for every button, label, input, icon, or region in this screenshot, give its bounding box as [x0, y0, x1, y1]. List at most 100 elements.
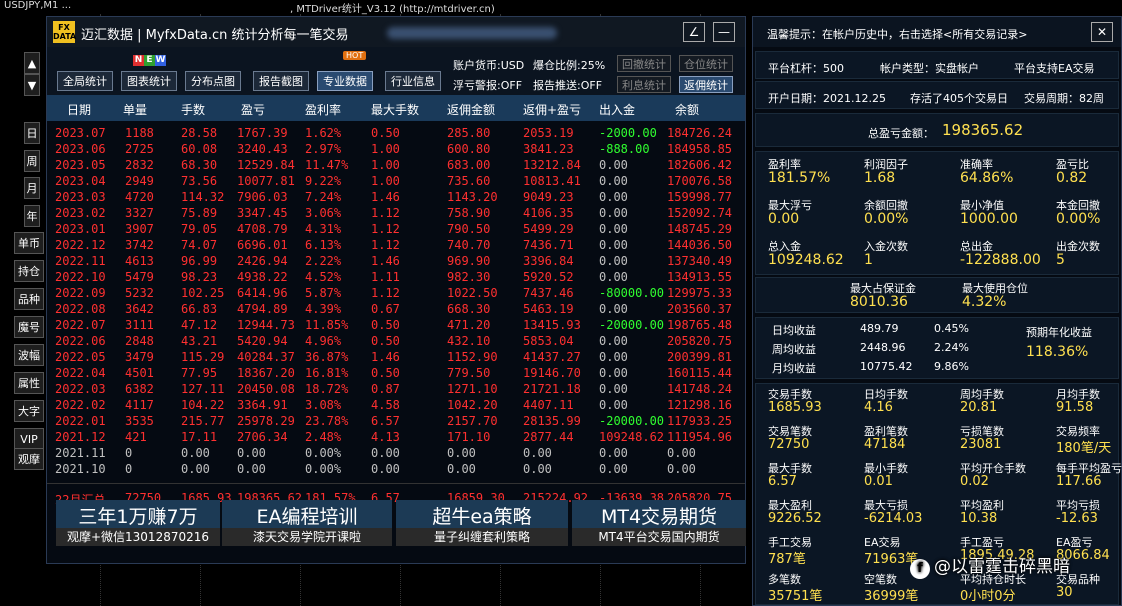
table-row[interactable]: 2022.05 3479 115.29 40284.37 36.87% 1.46 1152.… [47, 349, 745, 365]
table-row[interactable]: 2022.04 4501 77.95 18367.20 16.81% 0.50 779.50… [47, 365, 745, 381]
cell-n: 3742 [125, 238, 154, 252]
tab-global-stats[interactable]: 全局统计 [57, 71, 113, 91]
cell-io: 0.00 [599, 382, 628, 396]
cell-rb: 471.20 [447, 318, 491, 332]
return-l: 日均收益 [772, 324, 816, 337]
table-row[interactable]: 2022.07 3111 47.12 12944.73 11.85% 0.50 471.20… [47, 317, 745, 333]
observe-button[interactable]: 观摩 [14, 448, 44, 470]
table-row[interactable]: 2022.08 3642 66.83 4794.89 4.39% 0.67 668.30 54… [47, 301, 745, 317]
cell-max: 1.12 [371, 222, 400, 236]
table-row[interactable]: 2021.12 421 17.11 2706.34 2.48% 4.13 171.10 287… [47, 429, 745, 445]
cell-io: 0.00 [599, 302, 628, 316]
scroll-down-button[interactable]: ▼ [24, 74, 40, 96]
cell-io: 0.00 [599, 398, 628, 412]
toolbar: NEW HOT 全局统计 图表统计 分布点图 报告截图 专业数据 行业信息 账户… [47, 47, 745, 95]
table-row[interactable]: 2023.01 3907 79.05 4708.79 4.31% 1.12 790.50 54… [47, 221, 745, 237]
stat-value: 23081 [960, 437, 1002, 452]
table-row[interactable]: 2023.04 2949 73.56 10077.81 9.22% 1.00 735.60 1… [47, 173, 745, 189]
cell-io: 0.00 [599, 190, 628, 204]
cell-pl: 0.00 [237, 462, 266, 476]
table-row[interactable]: 2023.03 4720 114.32 7906.03 7.24% 1.46 1143.20… [47, 189, 745, 205]
stat-value: 0.00% [1056, 211, 1101, 227]
table-row[interactable]: 2021.10 0 0.00 0.00 0.00% 0.00 0.00 0.00 0.00 0.0… [47, 461, 745, 477]
cell-n: 3479 [125, 350, 154, 364]
stat-value: -6214.03 [864, 511, 923, 526]
position-stats-button[interactable]: 仓位统计 [679, 55, 733, 72]
table-row[interactable]: 2022.12 3742 74.07 6696.01 6.13% 1.12 740.70 74… [47, 237, 745, 253]
table-row[interactable]: 2022.02 4117 104.22 3364.91 3.08% 4.58 1042.20… [47, 397, 745, 413]
leverage-label: 平台杠杆：500 [768, 62, 844, 75]
edit-icon[interactable]: ∠ [683, 22, 705, 42]
stat-value: 9226.52 [768, 511, 822, 526]
period-year-button[interactable]: 年 [24, 205, 40, 227]
table-row[interactable]: 2022.06 2848 43.21 5420.94 4.96% 0.50 432.10 58… [47, 333, 745, 349]
cell-rb: 982.30 [447, 270, 491, 284]
cell-pl: 40284.37 [237, 350, 295, 364]
tab-industry-info[interactable]: 行业信息 [385, 71, 441, 91]
tab-pro-data[interactable]: 专业数据 [317, 71, 373, 91]
cell-bal: 152092.74 [667, 206, 733, 220]
scroll-up-button[interactable]: ▲ [24, 52, 40, 74]
currency-label: 账户货币:USD [453, 59, 525, 72]
magic-number-button[interactable]: 魔号 [14, 316, 44, 338]
period-day-button[interactable]: 日 [24, 122, 40, 144]
close-icon[interactable]: ✕ [1091, 22, 1113, 42]
cell-io: 0.00 [599, 174, 628, 188]
cell-rb: 0.00 [447, 462, 476, 476]
large-font-button[interactable]: 大字 [14, 400, 44, 422]
cell-rate: 2.48% [305, 430, 342, 444]
ad-banner-3[interactable]: 超牛ea策略 量子纠缠套利策略 [396, 500, 568, 546]
period-week-button[interactable]: 周 [24, 150, 40, 172]
table-row[interactable]: 2022.09 5232 102.25 6414.96 5.87% 1.12 1022.50… [47, 285, 745, 301]
ad-banner-2[interactable]: EA编程培训 漆天交易学院开课啦 [222, 500, 392, 546]
tab-distribution[interactable]: 分布点图 [185, 71, 241, 91]
report-push-label[interactable]: 报告推送:OFF [533, 77, 602, 93]
table-row[interactable]: 2022.10 5479 98.23 4938.22 4.52% 1.11 982.30 59… [47, 269, 745, 285]
cell-rb: 432.10 [447, 334, 491, 348]
cell-rbpl: 41437.27 [523, 350, 581, 364]
float-alarm-label[interactable]: 浮亏警报:OFF [453, 77, 522, 93]
cell-n: 6382 [125, 382, 154, 396]
tab-report-screenshot[interactable]: 报告截图 [253, 71, 309, 91]
positions-button[interactable]: 持仓 [14, 260, 44, 282]
rebate-stats-button[interactable]: 返佣统计 [679, 76, 733, 93]
table-row[interactable]: 2022.01 3535 215.77 25978.29 23.78% 6.57 2157.… [47, 413, 745, 429]
total-pl-label: 总盈亏金额： [868, 127, 934, 140]
hint-text: 温馨提示：在帐户历史中，右击选择<所有交易记录> [767, 28, 1028, 41]
ad-banner-4[interactable]: MT4交易期货 MT4平台交易国内期货 [572, 500, 746, 546]
cell-lots: 74.07 [181, 238, 218, 252]
cell-pl: 4938.22 [237, 270, 288, 284]
table-row[interactable]: 2021.11 0 0.00 0.00 0.00% 0.00 0.00 0.00 0.00 0.0… [47, 445, 745, 461]
stat-value: 109248.62 [768, 252, 844, 268]
symbols-button[interactable]: 品种 [14, 288, 44, 310]
cell-rbpl: 3396.84 [523, 254, 574, 268]
table-row[interactable]: 2023.07 1188 28.58 1767.39 1.62% 0.50 285.80 20… [47, 125, 745, 141]
table-row[interactable]: 2023.05 2832 68.30 12529.84 11.47% 1.00 683.00… [47, 157, 745, 173]
cell-max: 1.12 [371, 286, 400, 300]
period-month-button[interactable]: 月 [24, 177, 40, 199]
stat-value: 64.86% [960, 170, 1014, 186]
cell-pl: 10077.81 [237, 174, 295, 188]
cell-io: 0.00 [599, 366, 628, 380]
single-currency-button[interactable]: 单币 [14, 232, 44, 254]
volatility-button[interactable]: 波幅 [14, 344, 44, 366]
vip-button[interactable]: VIP [14, 428, 44, 450]
interest-stats-button[interactable]: 利息统计 [617, 76, 671, 93]
table-row[interactable]: 2023.02 3327 75.89 3347.45 3.06% 1.12 758.90 41… [47, 205, 745, 221]
cell-rb: 600.80 [447, 142, 491, 156]
total-pl-value: 198365.62 [942, 121, 1024, 139]
tab-chart-stats[interactable]: 图表统计 [121, 71, 177, 91]
table-row[interactable]: 2022.03 6382 127.11 20450.08 18.72% 0.87 1271.… [47, 381, 745, 397]
cell-bal: 111954.96 [667, 430, 733, 444]
cell-rate: 7.24% [305, 190, 342, 204]
account-type-label: 帐户类型：实盘帐户 [880, 62, 979, 75]
ad-banner-1[interactable]: 三年1万赚7万 观摩+微信13012870216 [56, 500, 220, 546]
table-row[interactable]: 2022.11 4613 96.99 2426.94 2.22% 1.46 969.90 33… [47, 253, 745, 269]
cell-io: 0.00 [599, 462, 628, 476]
table-row[interactable]: 2023.06 2725 60.08 3240.43 2.97% 1.00 600.80 38… [47, 141, 745, 157]
cell-max: 0.87 [371, 382, 400, 396]
minimize-button[interactable]: — [713, 22, 735, 42]
attributes-button[interactable]: 属性 [14, 372, 44, 394]
drawdown-stats-button[interactable]: 回撤统计 [617, 55, 671, 72]
cell-rate: 11.47% [305, 158, 349, 172]
